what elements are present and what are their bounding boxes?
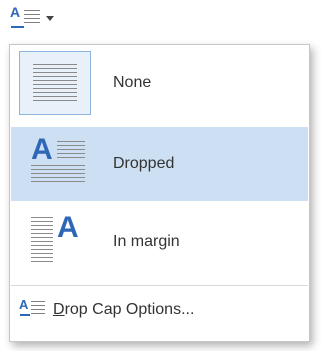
drop-cap-none-icon xyxy=(19,51,91,115)
drop-cap-icon-underline xyxy=(11,26,24,28)
chevron-down-icon[interactable] xyxy=(46,16,54,21)
text-lines-graphic xyxy=(57,141,85,161)
stage: A None A Dropped A In margin A D rop Cap… xyxy=(0,0,324,351)
drop-cap-letter-glyph: A xyxy=(57,211,79,244)
drop-cap-options-icon: A xyxy=(19,297,45,321)
drop-cap-icon-underline xyxy=(20,314,30,316)
menu-item-drop-cap-options[interactable]: A Drop Cap Options... xyxy=(11,289,308,331)
menu-item-label: In margin xyxy=(113,233,180,250)
text-lines-graphic xyxy=(31,165,85,185)
drop-cap-dropped-icon: A xyxy=(31,133,85,187)
text-lines-graphic xyxy=(31,217,53,265)
menu-item-dropped[interactable]: A Dropped xyxy=(11,127,308,201)
drop-cap-menu: None A Dropped A In margin A Drop Cap Op… xyxy=(9,44,310,342)
drop-cap-letter-glyph: A xyxy=(19,297,29,312)
menu-item-label-rest: rop Cap Options... xyxy=(64,301,195,318)
drop-cap-dropdown-button[interactable]: A xyxy=(0,0,90,44)
drop-cap-icon: A xyxy=(10,4,21,20)
drop-cap-icon-lines xyxy=(24,10,40,24)
drop-cap-letter-glyph: A xyxy=(31,133,53,166)
menu-item-in-margin[interactable]: A In margin xyxy=(11,205,308,279)
menu-item-none[interactable]: None xyxy=(11,46,308,120)
menu-item-label: Drop Cap Options... xyxy=(53,289,194,331)
menu-item-label: Dropped xyxy=(113,155,175,172)
text-lines-graphic xyxy=(33,64,77,102)
accelerator-key: D xyxy=(53,301,65,318)
drop-cap-in-margin-icon: A xyxy=(31,211,89,265)
menu-separator xyxy=(11,285,308,286)
text-lines-graphic xyxy=(31,301,45,317)
menu-item-label: None xyxy=(113,74,152,91)
